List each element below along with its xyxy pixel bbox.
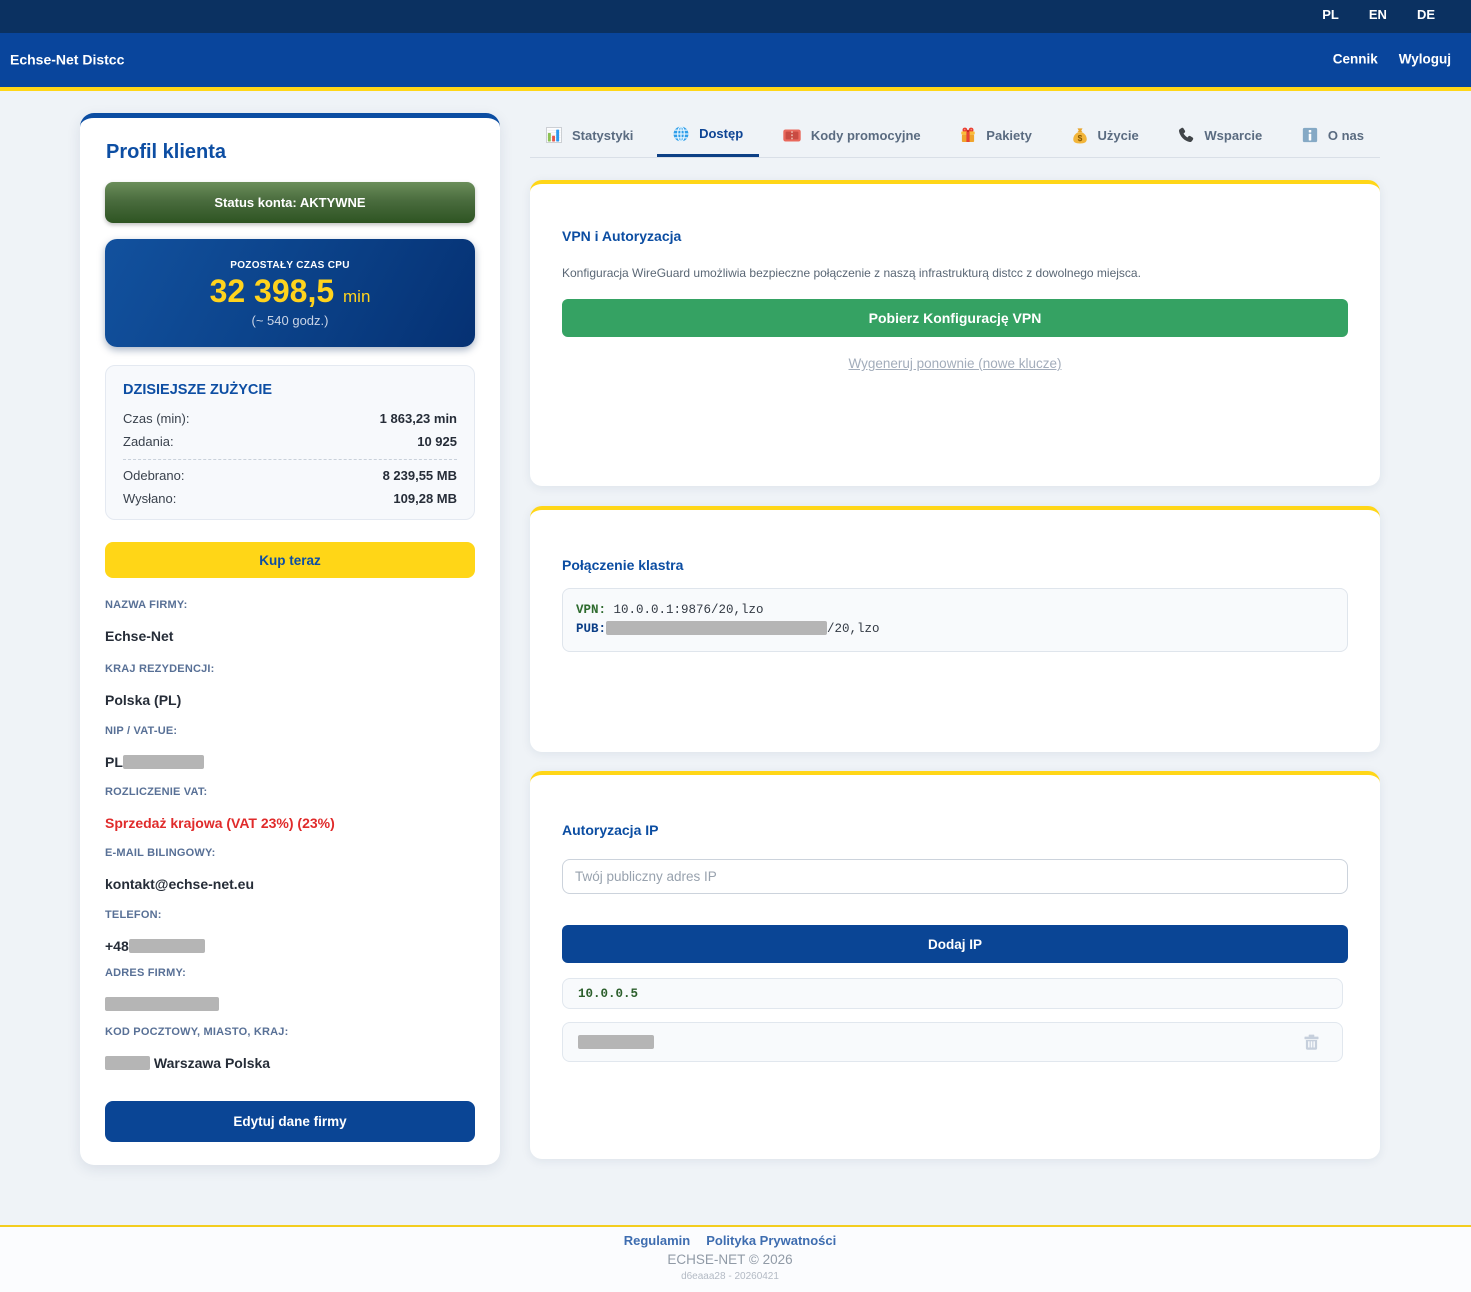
svg-text:$: $ [1077,132,1082,142]
